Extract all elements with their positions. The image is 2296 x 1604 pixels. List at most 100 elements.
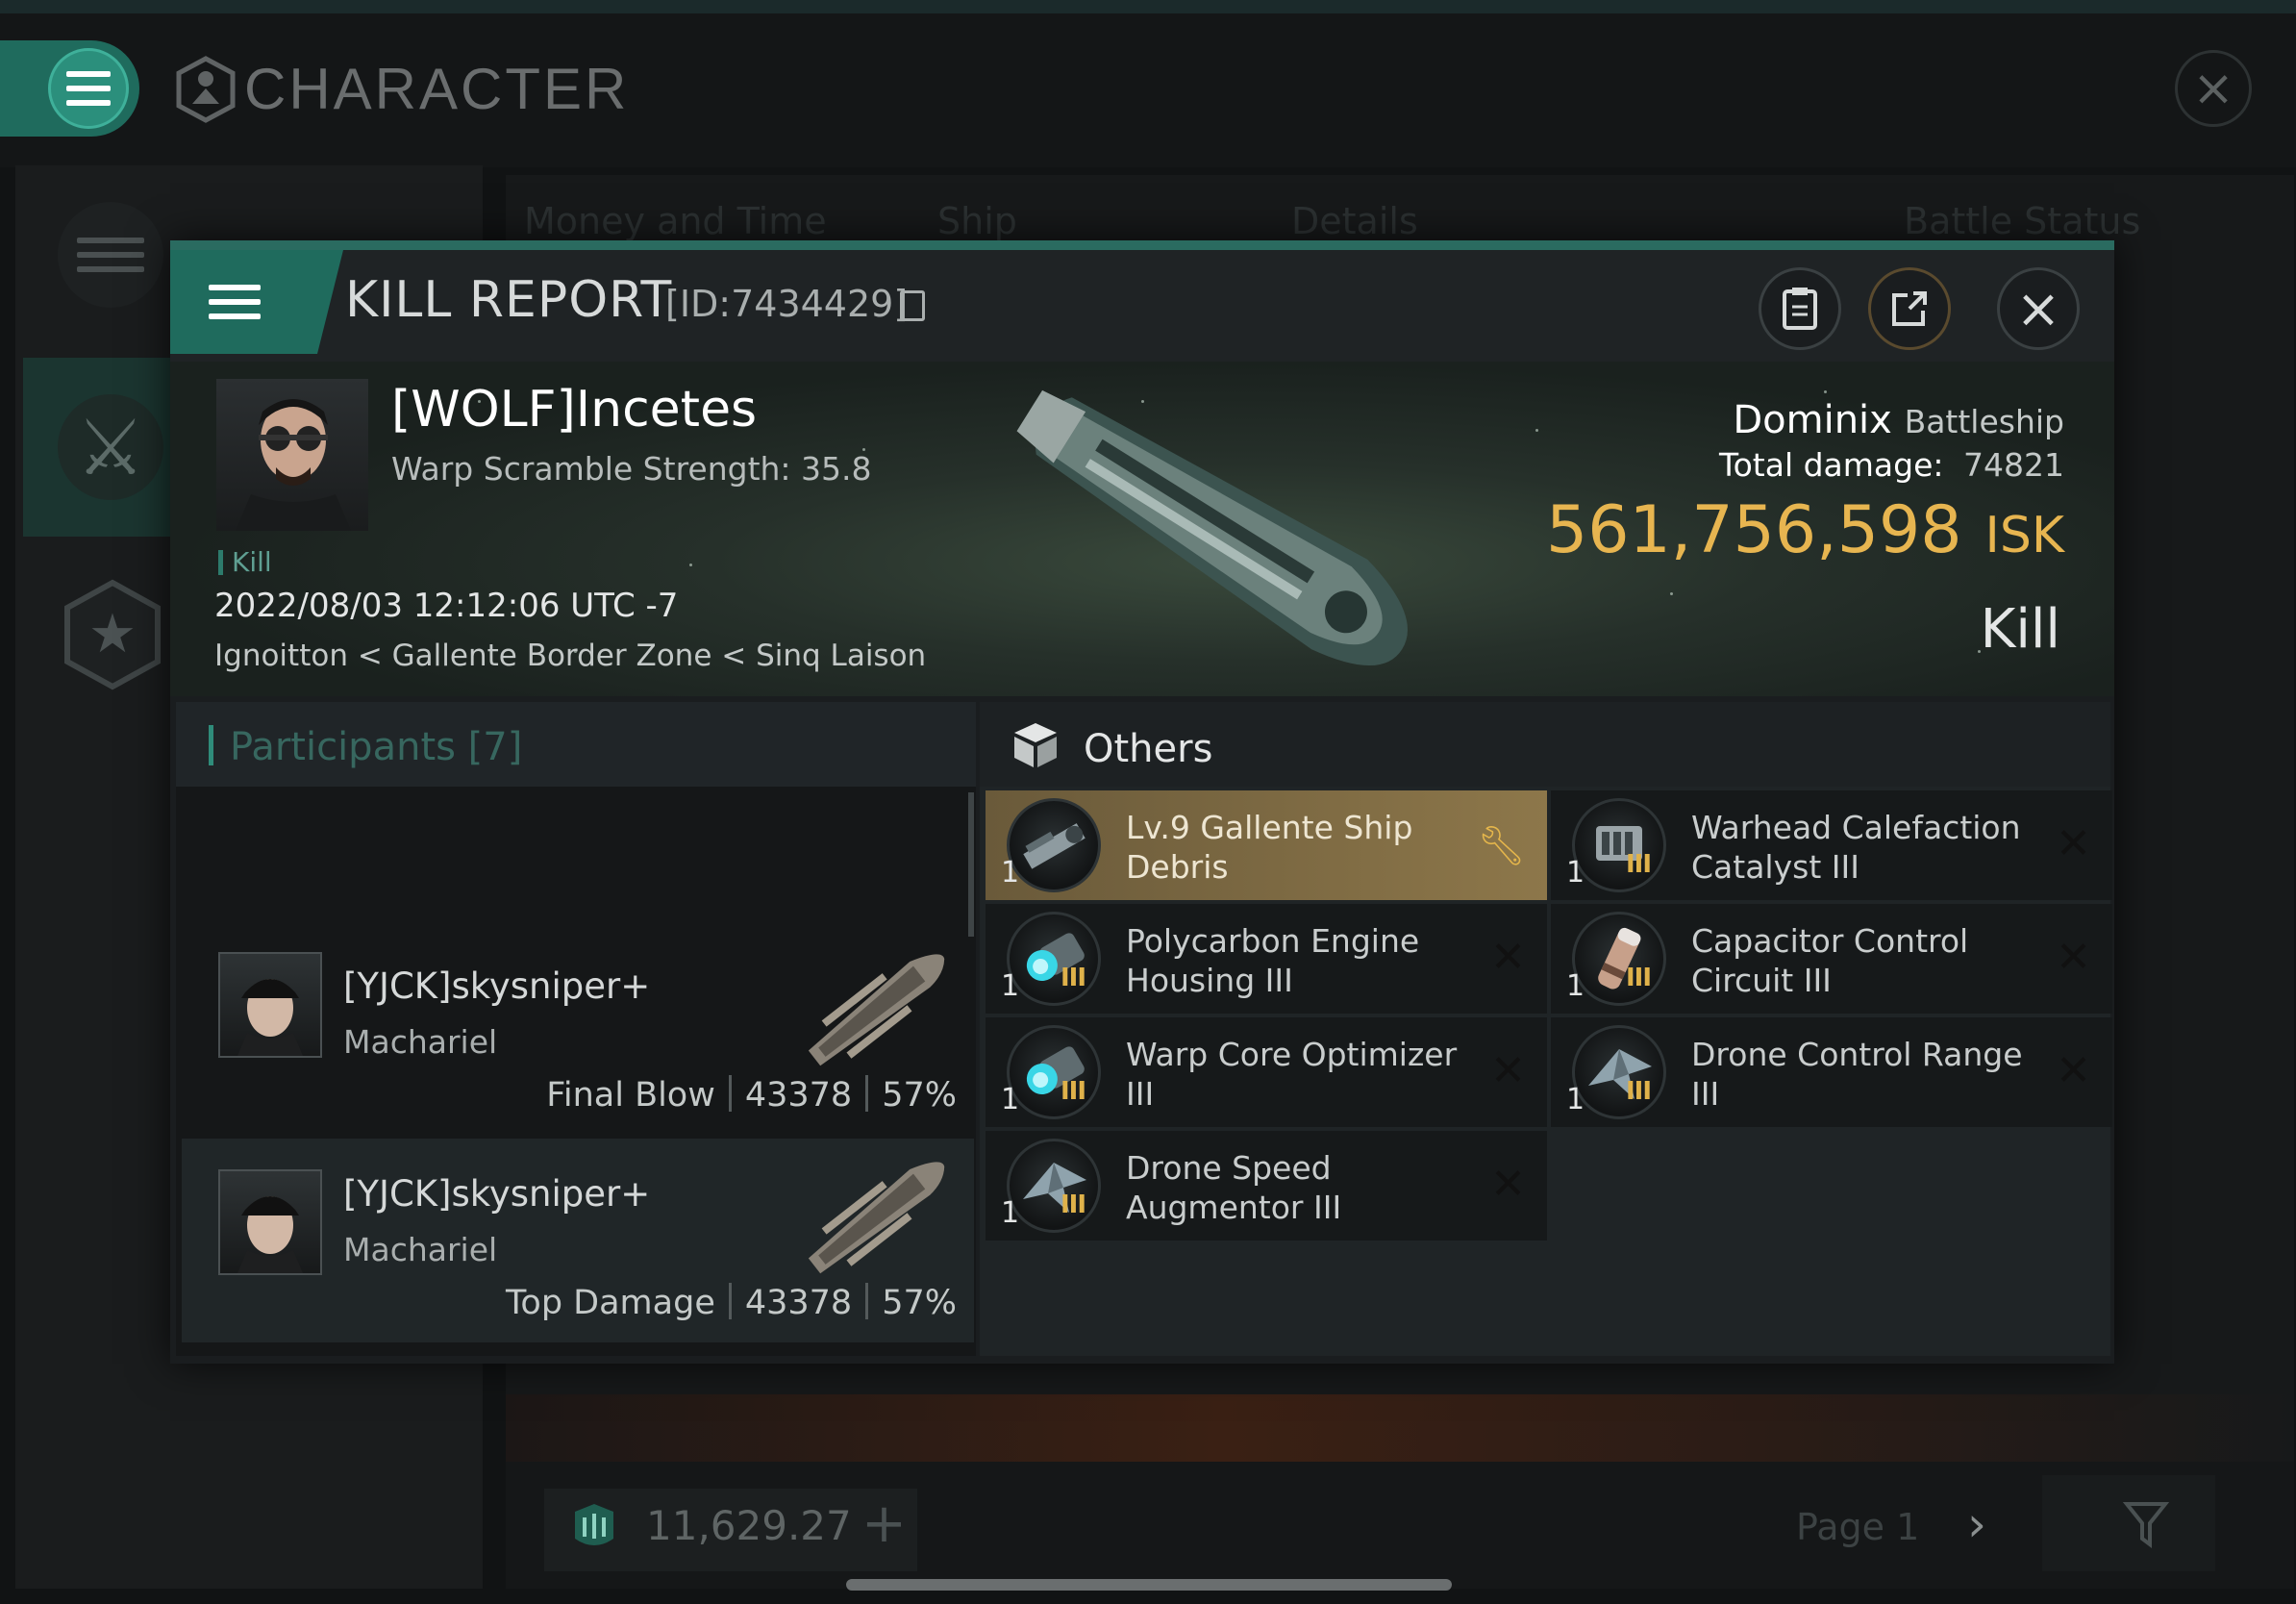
ship-name: Dominix [1733, 398, 1892, 442]
total-damage-value: 74821 [1963, 446, 2064, 484]
participant-row[interactable]: [YJCK]skysniper+ Machariel Final Blow 433… [182, 931, 974, 1135]
list-icon [77, 238, 144, 272]
sidebar-battle-button[interactable]: ⚔ [58, 394, 163, 500]
participants-scrollbar[interactable] [968, 792, 974, 937]
item-quantity: 1 [1566, 1083, 1585, 1116]
clipboard-button[interactable] [1759, 267, 1841, 350]
participant-damage: 43378 [744, 1076, 853, 1115]
item-name: Drone Control Range III [1691, 1036, 2023, 1113]
participants-label: Participants [7] [230, 725, 523, 769]
table-row[interactable] [506, 1394, 2294, 1462]
avatar [236, 399, 351, 531]
others-label: Others [1084, 727, 1213, 771]
victim-ship-image [1016, 389, 1408, 665]
item-tier: III [1061, 1190, 1086, 1219]
loot-item[interactable]: 1 III Drone Speed Augmentor III ✕ [986, 1131, 1547, 1241]
isk-value: 561,756,598 ISK [1546, 492, 2064, 568]
wallet-icon [575, 1504, 613, 1545]
item-quantity: 1 [1001, 969, 1020, 1003]
loot-item[interactable]: 1 Lv.9 Gallente Ship Debris 🔧︎ [986, 790, 1547, 900]
item-name: Drone Speed Augmentor III [1126, 1149, 1342, 1226]
clipboard-icon [1783, 288, 1817, 330]
add-funds-button[interactable]: + [861, 1492, 907, 1555]
close-icon: × [2015, 277, 2061, 340]
participant-percent: 57% [882, 1284, 957, 1322]
kill-tag-marker [218, 550, 223, 575]
participant-stats: Top Damage 43378 57% [506, 1283, 957, 1322]
participant-ship: Machariel [343, 1023, 498, 1061]
page-indicator: Page 1 [1796, 1506, 1920, 1548]
next-page-button[interactable]: › [1967, 1496, 1986, 1552]
item-quantity: 1 [1566, 856, 1585, 890]
cargo-box-icon [1014, 723, 1057, 767]
column-ship[interactable]: Ship [937, 200, 1017, 242]
participants-marker [209, 725, 213, 765]
item-quantity: 1 [1566, 969, 1585, 1003]
participant-ship: Machariel [343, 1231, 498, 1268]
crossed-swords-icon: ⚔ [76, 402, 145, 492]
item-name: Polycarbon Engine Housing III [1126, 922, 1420, 999]
participant-damage: 43378 [744, 1284, 853, 1322]
participant-name: [YJCK]skysniper+ [343, 965, 651, 1007]
filter-button[interactable] [2042, 1475, 2215, 1571]
item-tier: III [1061, 1077, 1086, 1106]
share-button[interactable] [1868, 267, 1951, 350]
item-tier: III [1626, 850, 1652, 879]
loot-item[interactable]: 1 III Warp Core Optimizer III ✕ [986, 1017, 1547, 1127]
kill-timestamp: 2022/08/03 12:12:06 UTC -7 [214, 587, 679, 625]
victim-ship[interactable]: Dominix Battleship [1733, 398, 2064, 442]
window-accent [170, 240, 2114, 250]
loot-item[interactable]: 1 III Drone Control Range III ✕ [1551, 1017, 2112, 1127]
participant-row[interactable]: [YJCK]skysniper+ Machariel Top Damage 433… [182, 1139, 974, 1342]
sidebar-list-button[interactable] [58, 202, 163, 308]
column-battle-status[interactable]: Battle Status [1904, 200, 2140, 242]
column-details[interactable]: Details [1291, 200, 1418, 242]
loot-item[interactable]: 1 III Capacitor Control Circuit III ✕ [1551, 904, 2112, 1014]
sidebar-medal-button[interactable]: ★ [60, 577, 165, 692]
victim-name[interactable]: [WOLF]Incetes [391, 381, 757, 439]
x-icon[interactable]: ✕ [2056, 819, 2091, 868]
engine-rig-icon [1007, 912, 1101, 1006]
total-damage-label: Total damage: [1719, 446, 1944, 484]
kill-report-id: [ID:7434429] [665, 283, 909, 325]
column-money-time[interactable]: Money and Time [524, 200, 827, 242]
loot-item[interactable]: 1 III Warhead Calefaction Catalyst III ✕ [1551, 790, 2112, 900]
x-icon[interactable]: ✕ [1490, 933, 1526, 982]
warp-rig-icon [1007, 1025, 1101, 1119]
capacitor-rig-icon [1572, 912, 1666, 1006]
item-name: Warhead Calefaction Catalyst III [1691, 809, 2021, 886]
close-button[interactable]: × [1997, 267, 2080, 350]
x-icon[interactable]: ✕ [1490, 1160, 1526, 1209]
victim-portrait[interactable] [216, 379, 368, 531]
participant-name: [YJCK]skysniper+ [343, 1173, 651, 1215]
filter-icon [2122, 1502, 2170, 1548]
menu-icon [66, 71, 111, 106]
x-icon[interactable]: ✕ [2056, 933, 2091, 982]
launcher-rig-icon [1572, 798, 1666, 892]
item-name: Capacitor Control Circuit III [1691, 922, 1969, 999]
copy-id-icon[interactable] [900, 290, 925, 321]
x-icon[interactable]: ✕ [2056, 1046, 2091, 1095]
avatar [218, 952, 322, 1058]
loot-item[interactable]: 1 III Polycarbon Engine Housing III ✕ [986, 904, 1547, 1014]
kill-report-menu-button[interactable] [170, 250, 343, 354]
close-app-button[interactable]: × [2175, 50, 2252, 127]
item-quantity: 1 [1001, 856, 1020, 890]
star-icon: ★ [88, 603, 137, 665]
drone-rig-icon [1572, 1025, 1666, 1119]
isk-amount: 561,756,598 [1545, 492, 1962, 568]
main-menu-button[interactable] [0, 40, 139, 137]
item-tier: III [1626, 964, 1652, 992]
page-title: CHARACTER [244, 57, 630, 121]
participants-list: [YJCK]skysniper+ Machariel Final Blow 433… [176, 787, 976, 1356]
item-name: Warp Core Optimizer III [1126, 1036, 1458, 1113]
victim-subline: Warp Scramble Strength: 35.8 [391, 450, 872, 488]
drone-rig-icon [1007, 1139, 1101, 1233]
item-quantity: 1 [1001, 1083, 1020, 1116]
kill-report-title: KILL REPORT [345, 271, 673, 329]
share-icon [1892, 291, 1927, 326]
wrench-icon[interactable]: 🔧︎ [1477, 823, 1526, 868]
participant-ship-image [808, 1162, 945, 1274]
kill-location[interactable]: Ignoitton < Gallente Border Zone < Sinq … [214, 639, 926, 673]
x-icon[interactable]: ✕ [1490, 1046, 1526, 1095]
